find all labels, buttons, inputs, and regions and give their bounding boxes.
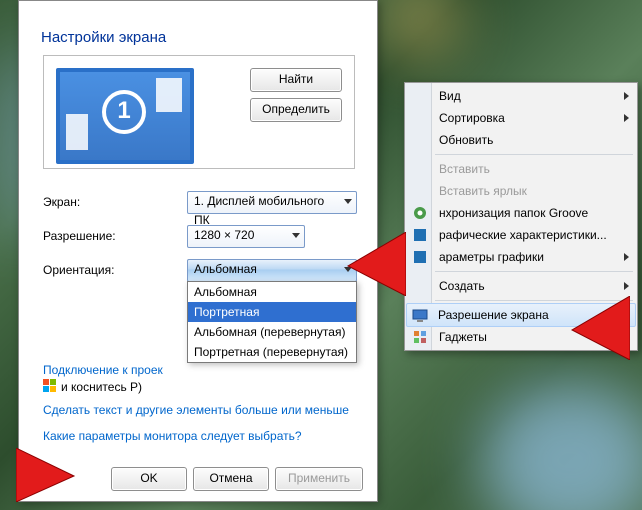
ok-button[interactable]: OK <box>111 467 187 491</box>
resolution-combo-value: 1280 × 720 <box>194 228 254 242</box>
apply-button[interactable]: Применить <box>275 467 363 491</box>
projector-shortcut-text: и коснитесь P) <box>61 380 142 394</box>
context-menu-item: Вставить <box>407 158 635 180</box>
groove-icon <box>412 205 428 221</box>
chevron-down-icon <box>344 199 352 204</box>
find-button[interactable]: Найти <box>250 68 342 92</box>
orientation-option[interactable]: Портретная (перевернутая) <box>188 342 356 362</box>
submenu-arrow-icon <box>624 92 629 100</box>
resolution-combo[interactable]: 1280 × 720 <box>187 225 305 248</box>
context-menu-item-label: рафические характеристики... <box>439 228 607 242</box>
dialog-title: Настройки экрана <box>41 29 166 46</box>
projector-link[interactable]: Подключение к проек <box>43 363 163 377</box>
orientation-dropdown[interactable]: АльбомнаяПортретнаяАльбомная (перевернут… <box>187 281 357 363</box>
context-menu-item-label: Вид <box>439 89 461 103</box>
context-menu-item[interactable]: Обновить <box>407 129 635 151</box>
context-menu-item-label: Обновить <box>439 133 493 147</box>
orientation-label: Ориентация: <box>43 263 114 277</box>
context-menu-item-label: араметры графики <box>439 250 544 264</box>
intel-icon <box>412 249 428 265</box>
screen-combo-value: 1. Дисплей мобильного ПК <box>194 194 324 227</box>
submenu-arrow-icon <box>624 114 629 122</box>
orientation-option[interactable]: Альбомная (перевернутая) <box>188 322 356 342</box>
gadget-icon <box>412 329 428 345</box>
context-menu-item-label: нхронизация папок Groove <box>439 206 588 220</box>
orientation-option[interactable]: Альбомная <box>188 282 356 302</box>
monitor-number: 1 <box>102 90 146 134</box>
resolution-label: Разрешение: <box>43 229 116 243</box>
context-menu-item[interactable]: Вид <box>407 85 635 107</box>
screen-label: Экран: <box>43 195 80 209</box>
screen-combo[interactable]: 1. Дисплей мобильного ПК <box>187 191 357 214</box>
screen-icon <box>412 307 428 323</box>
cancel-button[interactable]: Отмена <box>193 467 269 491</box>
context-menu-item[interactable]: Создать <box>407 275 635 297</box>
detect-button[interactable]: Определить <box>250 98 342 122</box>
context-menu-item-label: Вставить ярлык <box>439 184 527 198</box>
red-arrow-annotation <box>560 296 630 360</box>
orientation-combo[interactable]: Альбомная <box>187 259 357 282</box>
orientation-combo-value: Альбомная <box>194 262 257 276</box>
monitor-thumbnail[interactable]: 1 <box>56 68 194 164</box>
text-size-link[interactable]: Сделать текст и другие элементы больше и… <box>43 403 349 417</box>
submenu-arrow-icon <box>624 253 629 261</box>
display-settings-dialog: Настройки экрана 1 Найти Определить Экра… <box>18 0 378 502</box>
context-menu-item[interactable]: нхронизация папок Groove <box>407 202 635 224</box>
context-menu-item: Вставить ярлык <box>407 180 635 202</box>
submenu-arrow-icon <box>624 282 629 290</box>
context-menu-item-label: Вставить <box>439 162 490 176</box>
orientation-option[interactable]: Портретная <box>188 302 356 322</box>
context-menu-item[interactable]: араметры графики <box>407 246 635 268</box>
context-menu-separator <box>435 271 633 272</box>
chevron-down-icon <box>292 233 300 238</box>
red-arrow-annotation <box>16 448 86 502</box>
windows-flag-icon <box>43 379 57 393</box>
context-menu-item-label: Разрешение экрана <box>438 308 549 322</box>
context-menu-item[interactable]: Сортировка <box>407 107 635 129</box>
display-preview-box: 1 Найти Определить <box>43 55 355 169</box>
desktop-wallpaper: Настройки экрана 1 Найти Определить Экра… <box>0 0 642 510</box>
intel-icon <box>412 227 428 243</box>
context-menu-separator <box>435 154 633 155</box>
context-menu-item-label: Сортировка <box>439 111 505 125</box>
context-menu-item-label: Создать <box>439 279 485 293</box>
which-params-link[interactable]: Какие параметры монитора следует выбрать… <box>43 429 302 443</box>
context-menu-item[interactable]: рафические характеристики... <box>407 224 635 246</box>
context-menu-item-label: Гаджеты <box>439 330 487 344</box>
